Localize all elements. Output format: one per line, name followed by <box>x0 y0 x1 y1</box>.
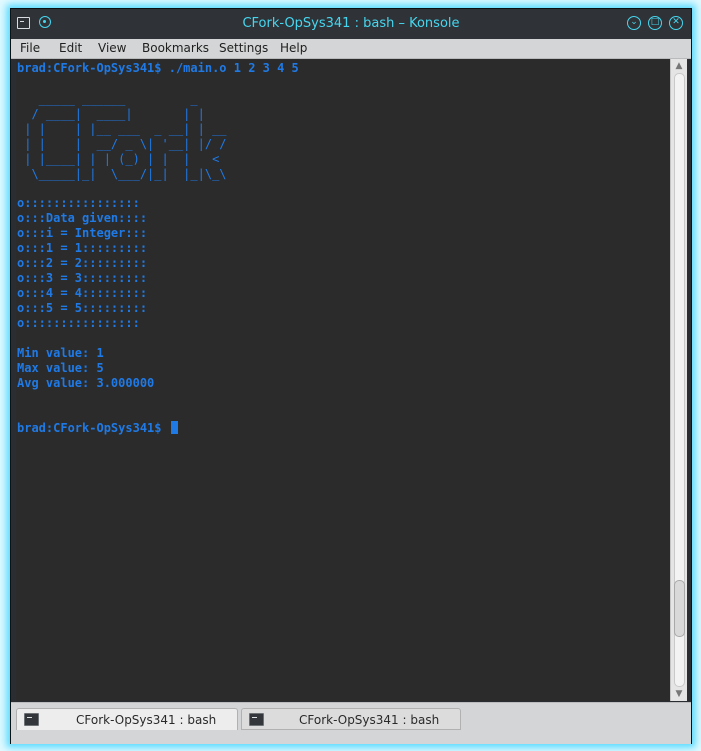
data-line: o:::1 = 1::::::::: <box>17 241 148 255</box>
data-line: o:::::::::::::::: <box>17 316 140 330</box>
maximize-button[interactable]: □ <box>648 16 662 30</box>
close-button[interactable]: ✕ <box>669 16 683 30</box>
ascii-art-line: _____ ______ _ <box>17 92 198 106</box>
menu-help[interactable]: Help <box>280 41 307 55</box>
scroll-down-arrow-icon[interactable]: ▼ <box>671 688 687 700</box>
data-line: o:::3 = 3::::::::: <box>17 271 148 285</box>
minimize-button[interactable]: ⌄ <box>627 16 641 30</box>
data-line: o:::5 = 5::::::::: <box>17 301 148 315</box>
data-line: o:::Data given:::: <box>17 211 148 225</box>
window-title: CFork-OpSys341 : bash – Konsole <box>242 16 460 31</box>
tab-label: CFork-OpSys341 : bash <box>76 713 217 727</box>
tab-bar: CFork-OpSys341 : bash CFork-OpSys341 : b… <box>11 702 691 744</box>
scrollbar-thumb[interactable] <box>674 580 685 637</box>
ascii-art-line: | |____| | | (_) | | | < <box>17 152 220 166</box>
ascii-art-line: | | | |__ ___ _ __| | __ <box>17 122 227 136</box>
menu-edit[interactable]: Edit <box>59 41 82 55</box>
terminal-icon <box>249 713 264 726</box>
terminal-output[interactable]: brad:CFork-OpSys341$ ./main.o 1 2 3 4 5 … <box>16 59 670 701</box>
vertical-scrollbar[interactable]: ▲ ▼ <box>670 59 687 701</box>
text-cursor <box>170 421 178 434</box>
data-line: o:::2 = 2::::::::: <box>17 256 148 270</box>
title-bar[interactable]: CFork-OpSys341 : bash – Konsole ⌄ □ ✕ <box>11 9 691 39</box>
scroll-up-arrow-icon[interactable]: ▲ <box>671 60 687 72</box>
tab-session-2[interactable]: CFork-OpSys341 : bash <box>241 708 461 730</box>
menu-bar: File Edit View Bookmarks Settings Help <box>11 39 691 59</box>
tab-label: CFork-OpSys341 : bash <box>299 713 440 727</box>
command-line: brad:CFork-OpSys341$ ./main.o 1 2 3 4 5 <box>17 61 299 75</box>
prompt-line[interactable]: brad:CFork-OpSys341$ <box>17 421 178 436</box>
min-value-line: Min value: 1 <box>17 346 104 360</box>
tab-session-1[interactable]: CFork-OpSys341 : bash <box>16 708 238 730</box>
prompt-text: brad:CFork-OpSys341$ <box>17 421 169 435</box>
terminal-icon <box>24 713 39 726</box>
ascii-art-line: / ____| ____| | | <box>17 107 205 121</box>
menu-settings[interactable]: Settings <box>219 41 268 55</box>
menu-bookmarks[interactable]: Bookmarks <box>142 41 209 55</box>
data-line: o:::::::::::::::: <box>17 196 140 210</box>
ascii-art-line: | | | __/ _ \| '__| |/ / <box>17 137 227 151</box>
data-line: o:::i = Integer::: <box>17 226 148 240</box>
data-line: o:::4 = 4::::::::: <box>17 286 148 300</box>
menu-view[interactable]: View <box>98 41 126 55</box>
avg-value-line: Avg value: 3.000000 <box>17 376 155 390</box>
ascii-art-line: \_____|_| \___/|_| |_|\_\ <box>17 167 227 181</box>
menu-file[interactable]: File <box>20 41 40 55</box>
max-value-line: Max value: 5 <box>17 361 104 375</box>
konsole-window: CFork-OpSys341 : bash – Konsole ⌄ □ ✕ Fi… <box>10 8 692 744</box>
